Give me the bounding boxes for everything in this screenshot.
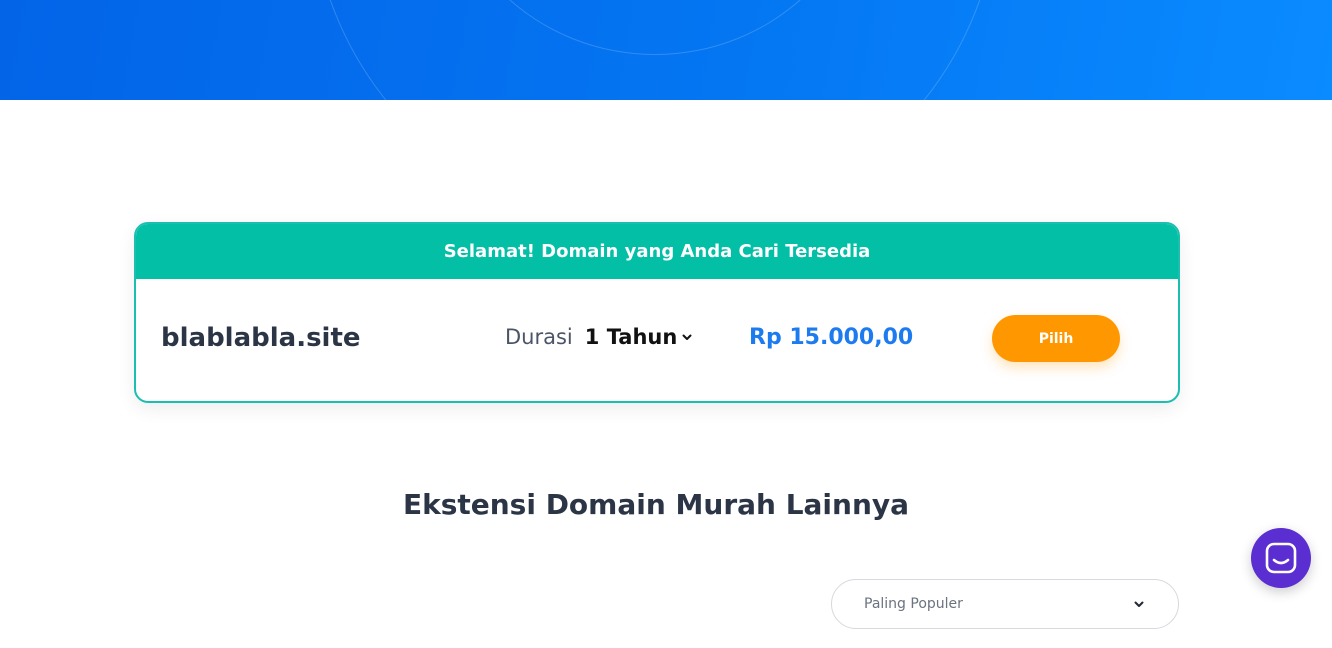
domain-name: blablabla.site	[161, 323, 361, 353]
result-row: blablabla.site Durasi 1 Tahun Rp 15.000,…	[136, 279, 1178, 401]
section-title: Ekstensi Domain Murah Lainnya	[402, 488, 910, 521]
domain-price: Rp 15.000,00	[749, 325, 914, 350]
duration-select[interactable]: 1 Tahun	[585, 325, 694, 349]
sort-select[interactable]: Paling Populer	[831, 579, 1179, 629]
chevron-down-icon	[1134, 601, 1144, 607]
chevron-down-icon	[682, 334, 692, 340]
chat-icon	[1265, 542, 1297, 574]
select-domain-button[interactable]: Pilih	[992, 315, 1120, 362]
page: Selamat! Domain yang Anda Cari Tersedia …	[0, 0, 1332, 648]
duration-field: Durasi 1 Tahun	[505, 325, 693, 349]
hero-banner	[0, 0, 1332, 100]
duration-label: Durasi	[505, 325, 573, 349]
availability-banner: Selamat! Domain yang Anda Cari Tersedia	[136, 224, 1178, 279]
domain-result-card: Selamat! Domain yang Anda Cari Tersedia …	[134, 222, 1180, 403]
sort-selected-value: Paling Populer	[864, 596, 963, 612]
chat-launcher-button[interactable]	[1251, 528, 1311, 588]
availability-message: Selamat! Domain yang Anda Cari Tersedia	[443, 241, 871, 262]
duration-value: 1 Tahun	[584, 325, 678, 349]
